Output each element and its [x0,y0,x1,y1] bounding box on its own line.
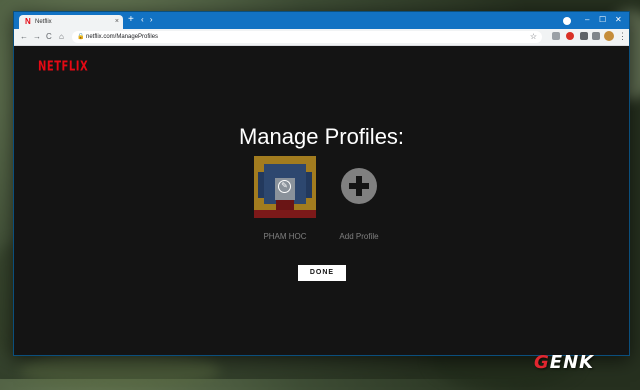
address-bar[interactable]: 🔒 netflix.com/ManageProfiles ☆ [72,31,542,43]
close-window-icon[interactable]: ✕ [615,14,622,26]
extension-icon[interactable] [592,32,600,40]
wallpaper-shape [20,350,220,390]
done-button[interactable]: DONE [298,265,346,281]
edit-overlay[interactable]: ✎ [254,156,316,218]
netflix-logo[interactable]: NETFLIX [38,60,88,74]
page-title: Manage Profiles: [238,124,405,149]
browser-tab[interactable]: N Netflix × [19,15,123,29]
browser-toolbar: ← → C ⌂ 🔒 netflix.com/ManageProfiles ☆ ⋮ [14,29,629,46]
tab-scroll-icon[interactable]: ‹ › [141,14,155,26]
plus-bar [356,176,362,196]
browser-window: N Netflix × + ‹ › – ☐ ✕ ← → C ⌂ 🔒 netfli… [13,11,630,356]
reload-icon[interactable]: C [46,31,52,43]
extension-icon[interactable] [552,32,560,40]
tab-close-icon[interactable]: × [115,17,119,27]
browser-menu-icon[interactable]: ⋮ [618,30,627,42]
add-icon[interactable] [341,168,377,204]
add-profile-label[interactable]: Add Profile [324,232,394,242]
minimize-icon[interactable]: – [585,14,589,26]
watermark-prefix: G [534,352,550,373]
bookmark-star-icon[interactable]: ☆ [530,31,537,43]
watermark-rest: ENK [549,352,595,373]
lock-icon[interactable]: 🔒 [77,32,84,42]
user-avatar[interactable] [604,31,614,41]
tab-title: Netflix [35,19,52,25]
home-icon[interactable]: ⌂ [59,31,64,43]
netflix-page: NETFLIX Manage Profiles: ✎ PHAM HOC Add [14,46,629,355]
new-tab-icon[interactable]: + [128,14,134,26]
maximize-icon[interactable]: ☐ [599,14,606,26]
pencil-icon[interactable]: ✎ [278,180,291,193]
extension-icon[interactable] [566,32,574,40]
back-icon[interactable]: ← [20,31,28,43]
extensions-puzzle-icon[interactable] [580,32,588,40]
browser-profile-icon[interactable] [563,17,571,25]
forward-icon[interactable]: → [33,31,41,43]
title-bar: N Netflix × + ‹ › – ☐ ✕ [14,12,629,29]
netflix-favicon-icon: N [25,17,31,26]
url-text[interactable]: netflix.com/ManageProfiles [86,32,158,42]
profile-avatar[interactable]: ✎ [254,156,316,218]
genk-watermark-logo: GENK [534,352,594,373]
profile-name[interactable]: PHAM HOC [244,232,326,242]
